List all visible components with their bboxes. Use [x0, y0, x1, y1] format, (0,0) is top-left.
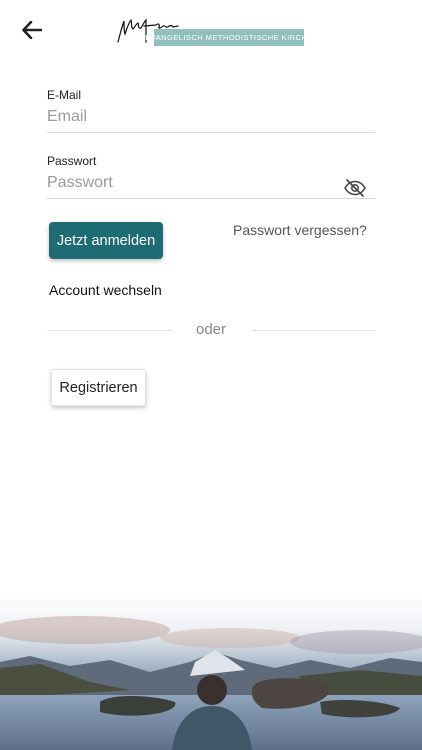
password-input[interactable]: [47, 168, 375, 199]
login-button[interactable]: Jetzt anmelden: [49, 222, 163, 259]
password-label: Passwort: [47, 154, 97, 168]
switch-account-link[interactable]: Account wechseln: [49, 282, 162, 298]
divider-line-right: [252, 330, 376, 331]
back-button[interactable]: [18, 16, 46, 44]
password-field-group: Passwort: [47, 154, 375, 199]
eye-slash-icon: [344, 179, 366, 197]
email-field-group: E-Mail: [47, 88, 375, 133]
email-input[interactable]: [47, 102, 375, 133]
mountain-lake-landscape-image: [0, 590, 422, 750]
email-label: E-Mail: [47, 88, 82, 102]
church-logo: EVANGELISCH METHODISTISCHE KIRCHE: [116, 12, 312, 50]
or-divider: oder: [47, 321, 376, 341]
forgot-password-link[interactable]: Passwort vergessen?: [233, 222, 367, 238]
arrow-left-icon: [22, 21, 42, 39]
register-button[interactable]: Registrieren: [51, 369, 146, 406]
password-visibility-toggle[interactable]: [343, 178, 367, 198]
logo-banner: EVANGELISCH METHODISTISCHE KIRCHE: [145, 29, 312, 46]
